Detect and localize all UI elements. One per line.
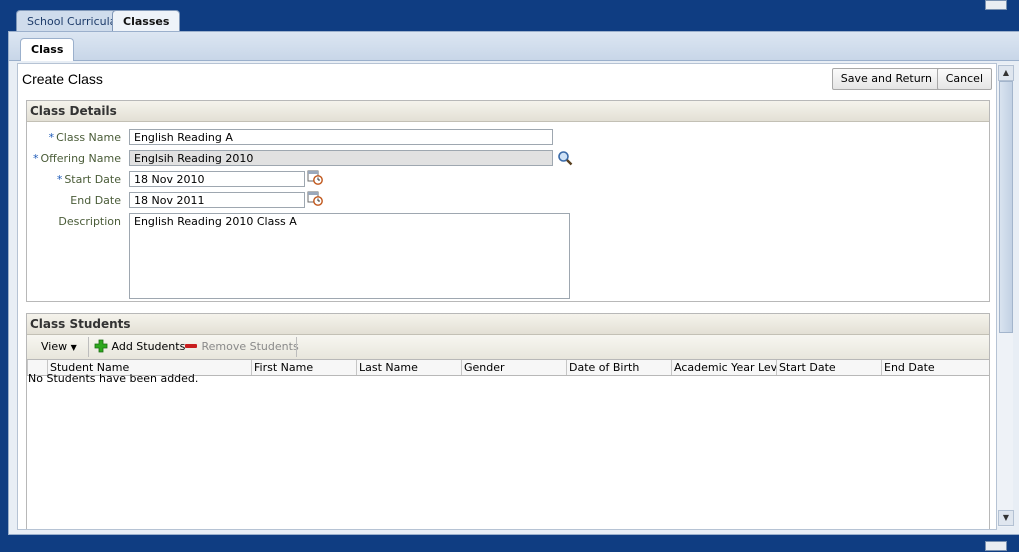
column-header-start-date[interactable]: Start Date — [776, 360, 881, 375]
view-menu-button[interactable]: View ▼ — [41, 335, 77, 359]
scroll-down-arrow-icon[interactable]: ▼ — [998, 510, 1014, 526]
tab-school-curricula[interactable]: School Curricula — [16, 10, 128, 32]
main-panel: Class Create Class Save and Return Cance… — [8, 31, 1019, 535]
window-control-button[interactable] — [985, 541, 1007, 551]
end-date-label: End Date — [70, 194, 121, 207]
plus-icon — [94, 338, 108, 353]
tab-class[interactable]: Class — [20, 38, 75, 61]
class-name-input[interactable]: English Reading A — [129, 129, 553, 145]
section-header: Class Students — [27, 314, 989, 335]
create-class-content: Create Class Save and Return Cancel Clas… — [17, 63, 997, 530]
column-header-first-name[interactable]: First Name — [251, 360, 356, 375]
section-header: Class Details — [27, 101, 989, 122]
start-date-label: * Start Date — [56, 173, 121, 186]
class-details-section: Class Details * Class Name English Readin… — [26, 100, 990, 302]
calendar-icon[interactable] — [307, 190, 323, 206]
class-name-label: * Class Name — [48, 131, 121, 144]
cancel-button[interactable]: Cancel — [936, 68, 992, 90]
column-header-academic-year-level[interactable]: Academic Year Level — [671, 360, 776, 375]
sub-tab-bar: Class — [9, 32, 1019, 61]
description-row: Description English Reading 2010 Class A — [27, 213, 987, 299]
offering-name-input[interactable]: Englsih Reading 2010 — [129, 150, 553, 166]
empty-table-message: No Students have been added. — [28, 372, 199, 385]
start-date-input[interactable]: 18 Nov 2010 — [129, 171, 305, 187]
end-date-row: End Date 18 Nov 2011 — [27, 190, 987, 210]
column-header-gender[interactable]: Gender — [461, 360, 566, 375]
add-students-button[interactable]: Add Students — [94, 335, 185, 359]
start-date-row: * Start Date 18 Nov 2010 — [27, 169, 987, 189]
class-name-row: * Class Name English Reading A — [27, 129, 987, 147]
vertical-scrollbar[interactable]: ▲ ▼ — [997, 64, 1014, 527]
column-header-date-of-birth[interactable]: Date of Birth — [566, 360, 671, 375]
description-textarea[interactable]: English Reading 2010 Class A — [129, 213, 570, 299]
chevron-down-icon: ▼ — [70, 343, 77, 352]
scrollbar-thumb[interactable] — [999, 81, 1013, 333]
offering-name-label: * Offering Name — [33, 152, 121, 165]
window-control-button[interactable] — [985, 0, 1007, 10]
calendar-icon[interactable] — [307, 169, 323, 185]
column-header-last-name[interactable]: Last Name — [356, 360, 461, 375]
column-header-end-date[interactable]: End Date — [881, 360, 986, 375]
end-date-input[interactable]: 18 Nov 2011 — [129, 192, 305, 208]
offering-name-row: * Offering Name Englsih Reading 2010 — [27, 150, 987, 168]
page-title: Create Class — [22, 71, 103, 87]
top-tab-bar: School Curricula Classes — [0, 0, 1019, 32]
minus-icon — [184, 338, 198, 352]
class-students-section: Class Students View ▼ Add Students Remov… — [26, 313, 990, 529]
description-label: Description — [58, 215, 121, 228]
remove-students-button[interactable]: Remove Students — [184, 335, 299, 359]
tab-classes[interactable]: Classes — [112, 10, 181, 32]
save-and-return-button[interactable]: Save and Return — [831, 68, 941, 90]
magnifier-icon[interactable] — [557, 150, 573, 166]
scroll-up-arrow-icon[interactable]: ▲ — [998, 65, 1014, 81]
students-toolbar: View ▼ Add Students Remove Students — [27, 335, 989, 360]
